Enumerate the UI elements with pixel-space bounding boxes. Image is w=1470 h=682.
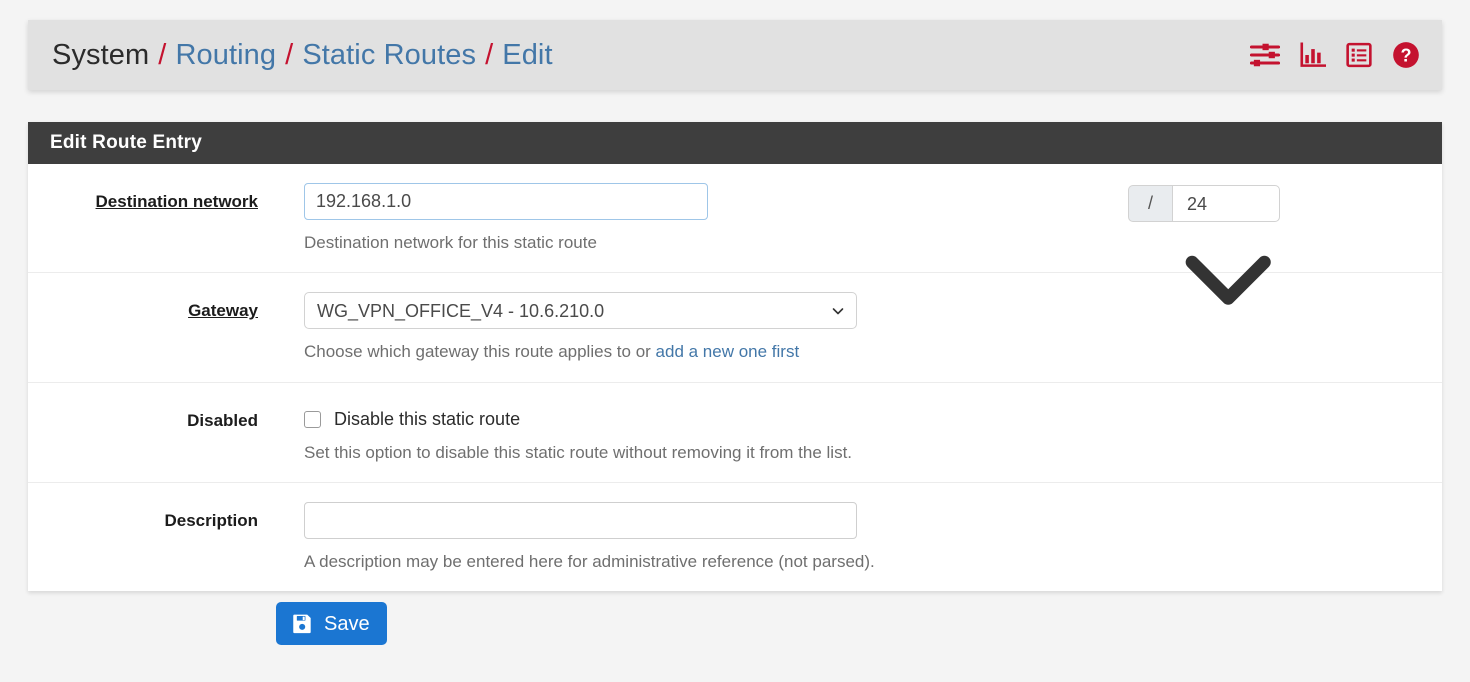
breadcrumb-item-system: System: [52, 38, 150, 71]
bar-chart-icon[interactable]: [1300, 42, 1326, 68]
gateway-label: Gateway: [188, 301, 258, 321]
description-input[interactable]: [304, 501, 857, 539]
breadcrumb-separator: /: [285, 38, 294, 71]
disable-route-checkbox[interactable]: [304, 410, 321, 428]
cidr-input-group: / 24: [1128, 185, 1284, 305]
breadcrumb-icon-group: ?: [1250, 41, 1420, 69]
disabled-help: Set this option to disable this static r…: [304, 442, 853, 462]
disable-route-checkbox-label[interactable]: Disable this static route: [334, 409, 520, 430]
gateway-help: Choose which gateway this route applies …: [304, 341, 1426, 362]
description-control: A description may be entered here for ad…: [258, 501, 1442, 572]
svg-text:?: ?: [1400, 46, 1411, 66]
panel-title: Edit Route Entry: [28, 122, 1442, 164]
page-root: System / Routing / Static Routes / Edit: [0, 0, 1470, 682]
cidr-select[interactable]: 24: [1172, 185, 1280, 222]
form-row-description: Description A description may be entered…: [28, 483, 1442, 591]
save-floppy-icon: [292, 613, 313, 634]
cidr-prefix-addon: /: [1128, 185, 1172, 222]
sliders-icon[interactable]: [1250, 42, 1280, 68]
help-circle-icon[interactable]: ?: [1392, 41, 1420, 69]
destination-network-input[interactable]: [304, 183, 708, 220]
breadcrumb: System / Routing / Static Routes / Edit: [52, 39, 553, 72]
save-button-label: Save: [324, 612, 370, 635]
list-log-icon[interactable]: [1346, 42, 1372, 68]
save-button[interactable]: Save: [276, 602, 387, 645]
gateway-select-wrap: WG_VPN_OFFICE_V4 - 10.6.210.0: [304, 292, 857, 330]
breadcrumb-bar: System / Routing / Static Routes / Edit: [28, 20, 1442, 90]
form-row-disabled: Disabled Disable this static route Set t…: [28, 383, 1442, 483]
breadcrumb-item-routing[interactable]: Routing: [175, 39, 276, 72]
description-label: Description: [164, 510, 258, 530]
disable-route-checkbox-line: Disable this static route: [304, 402, 1426, 430]
gateway-help-text: Choose which gateway this route applies …: [304, 342, 656, 362]
breadcrumb-separator: /: [158, 38, 167, 71]
description-help: A description may be entered here for ad…: [304, 551, 875, 571]
destination-network-label: Destination network: [95, 192, 258, 211]
add-new-gateway-link[interactable]: add a new one first: [656, 342, 800, 361]
disabled-label: Disabled: [187, 410, 258, 430]
chevron-down-icon: [1185, 255, 1271, 305]
breadcrumb-item-edit[interactable]: Edit: [502, 39, 552, 72]
cidr-select-wrap: 24: [1172, 185, 1284, 305]
disabled-control: Disable this static route Set this optio…: [258, 402, 1442, 463]
form-actions: Save: [276, 602, 387, 645]
breadcrumb-separator: /: [485, 38, 494, 71]
breadcrumb-item-static-routes[interactable]: Static Routes: [302, 39, 476, 72]
gateway-select[interactable]: WG_VPN_OFFICE_V4 - 10.6.210.0: [304, 292, 857, 330]
